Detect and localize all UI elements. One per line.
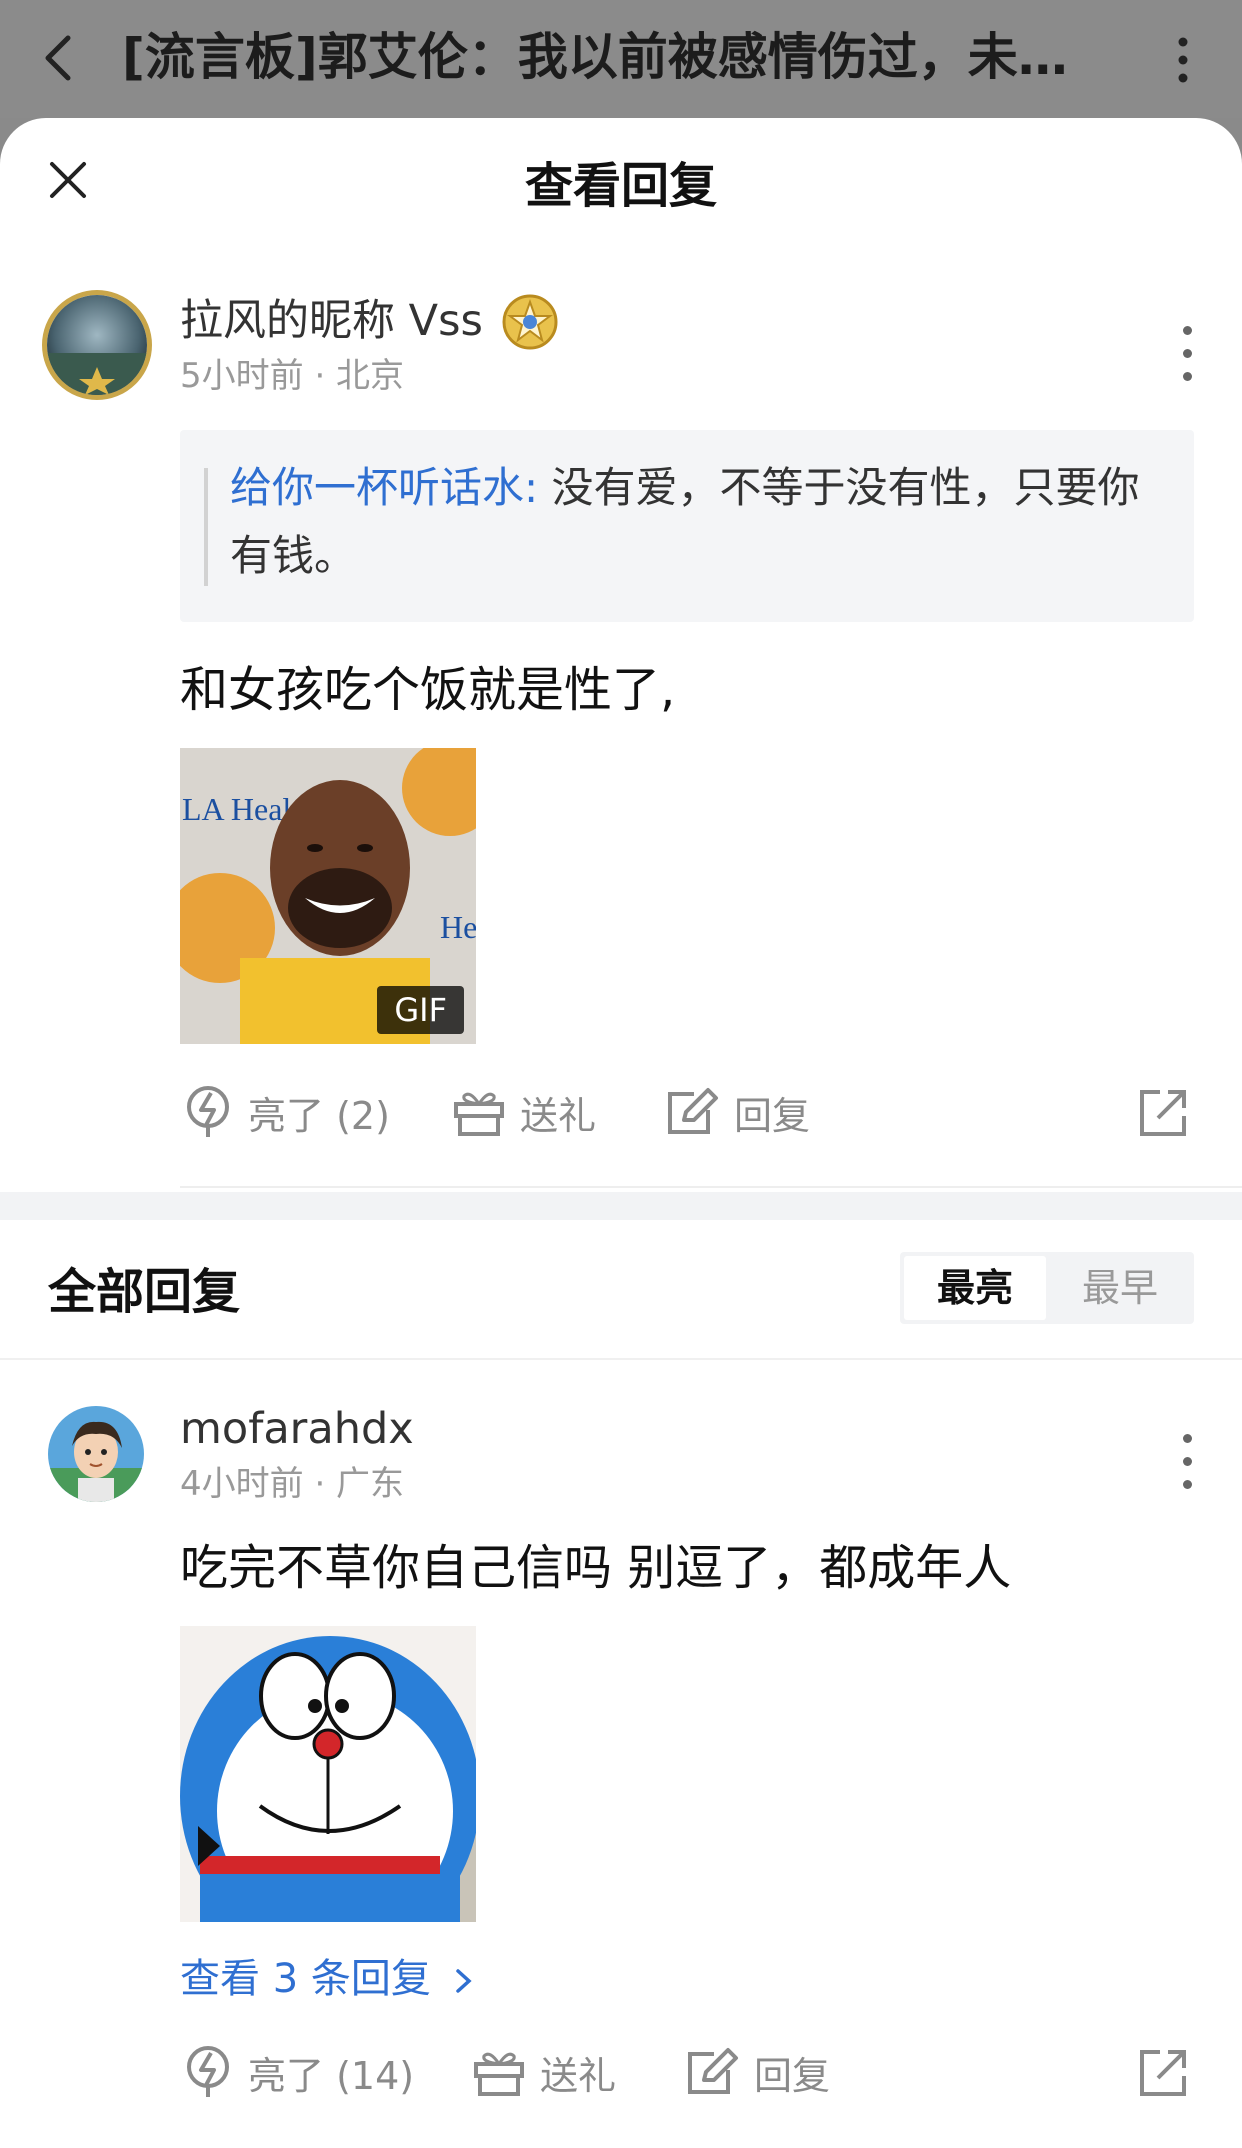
- comment-meta: 4小时前 · 广东: [180, 1464, 405, 1504]
- svg-text:He: He: [440, 909, 476, 945]
- username[interactable]: mofarahdx: [180, 1400, 414, 1458]
- like-button[interactable]: 亮了 (14): [184, 2040, 414, 2104]
- more-vertical-icon[interactable]: [1180, 1434, 1194, 1490]
- sort-option-earliest[interactable]: 最早: [1046, 1252, 1194, 1324]
- gift-icon: [474, 2052, 524, 2096]
- sticker-image[interactable]: [180, 1626, 476, 1922]
- all-replies-title: 全部回复: [48, 1264, 241, 1320]
- more-vertical-icon[interactable]: [1168, 30, 1198, 90]
- like-button[interactable]: 亮了 (2): [184, 1080, 390, 1144]
- gift-button[interactable]: 送礼: [452, 1080, 596, 1144]
- chevron-right-icon: [455, 1969, 472, 1993]
- badge-icon: [502, 294, 558, 350]
- divider: [0, 1358, 1242, 1360]
- username[interactable]: 拉风的昵称 Vss: [180, 292, 483, 350]
- lightning-icon: [187, 1086, 229, 1137]
- like-count-label: 亮了 (2): [248, 1093, 390, 1138]
- reply-label: 回复: [754, 2053, 831, 2098]
- comment-meta: 5小时前 · 北京: [180, 356, 405, 396]
- edit-icon: [668, 1088, 718, 1134]
- background-page-header: [流言板]郭艾伦：我以前被感情伤过，未…: [0, 0, 1242, 118]
- article-title: [流言板]郭艾伦：我以前被感情伤过，未…: [122, 28, 1068, 86]
- gif-image[interactable]: LA Healt He GIF: [180, 748, 476, 1044]
- gift-icon: [454, 1092, 504, 1136]
- share-icon[interactable]: [1138, 2048, 1188, 2098]
- like-count-label: 亮了 (14): [248, 2053, 415, 2098]
- gif-badge: GIF: [377, 986, 464, 1034]
- section-separator: [0, 1192, 1242, 1220]
- lightning-icon: [187, 2046, 229, 2097]
- sheet-header: 查看回复: [0, 118, 1242, 268]
- edit-icon: [688, 2048, 738, 2094]
- view-more-replies-label: 查看 3 条回复: [180, 1956, 431, 2002]
- divider: [180, 1186, 1242, 1188]
- gift-label: 送礼: [520, 1093, 597, 1138]
- comment-text: 吃完不草你自己信吗 别逗了，都成年人: [180, 1540, 1012, 1596]
- avatar[interactable]: [48, 1406, 144, 1502]
- more-vertical-icon[interactable]: [1180, 326, 1194, 382]
- gift-label: 送礼: [540, 2053, 617, 2098]
- share-icon[interactable]: [1138, 1088, 1188, 1138]
- reply-button[interactable]: 回复: [684, 2040, 830, 2104]
- reply-button[interactable]: 回复: [664, 1080, 810, 1144]
- quote-author[interactable]: 给你一杯听话水:: [230, 463, 538, 512]
- view-more-replies-link[interactable]: 查看 3 条回复: [180, 1950, 476, 2008]
- back-icon[interactable]: [40, 28, 76, 88]
- gift-button[interactable]: 送礼: [472, 2040, 616, 2104]
- quote-text-block: 给你一杯听话水: 没有爱，不等于没有性，只要你有钱。: [230, 454, 1160, 590]
- sort-toggle: 最亮 最早: [900, 1252, 1194, 1324]
- reply-sheet: 查看回复 拉风的昵称 Vss 5小时前 · 北京 给你一杯听话水: 没有爱，不等…: [0, 118, 1242, 2148]
- sort-option-hottest[interactable]: 最亮: [904, 1256, 1046, 1320]
- avatar[interactable]: [42, 290, 152, 400]
- reply-label: 回复: [734, 1093, 811, 1138]
- quote-bar: [204, 468, 208, 586]
- quoted-comment: 给你一杯听话水: 没有爱，不等于没有性，只要你有钱。: [180, 430, 1194, 622]
- sheet-title: 查看回复: [524, 158, 717, 214]
- comment-text: 和女孩吃个饭就是性了,: [180, 662, 676, 718]
